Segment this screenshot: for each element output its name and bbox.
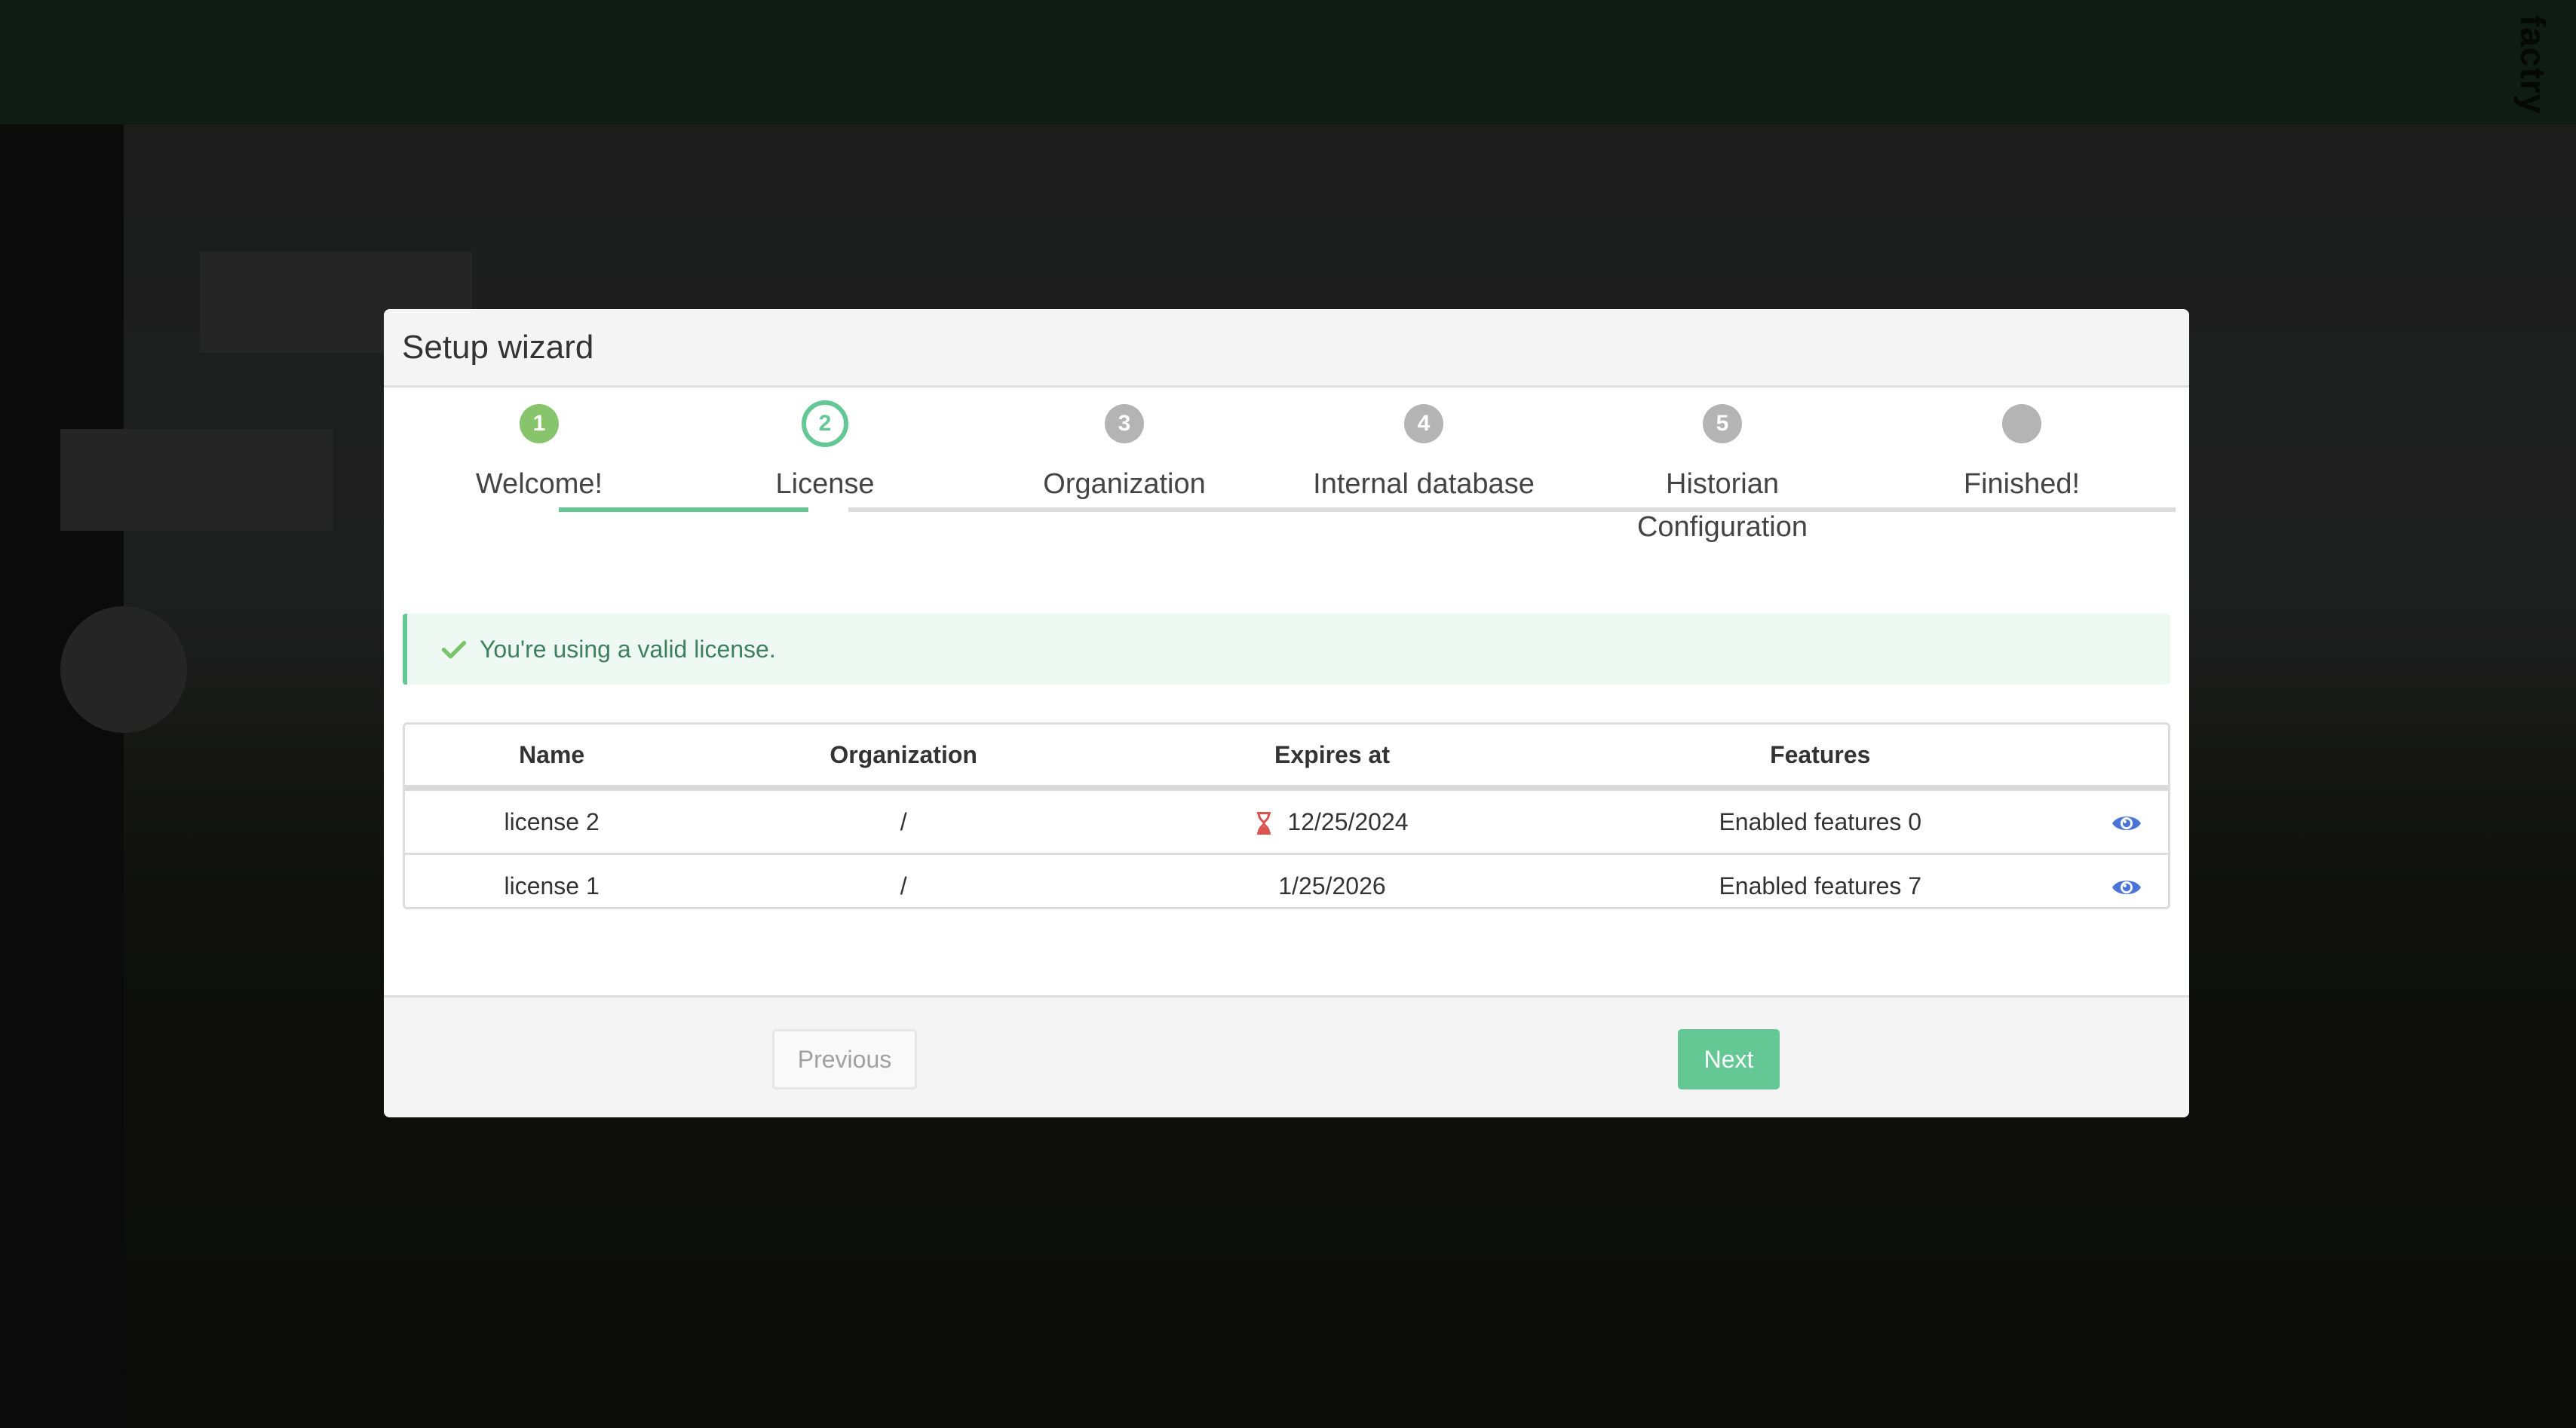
step-label: Welcome! xyxy=(475,468,603,500)
step-circle: 1 xyxy=(520,404,559,443)
cell-features: Enabled features 0 xyxy=(1719,807,1922,835)
modal-footer: Previous Next xyxy=(384,995,2189,1117)
column-header-name: Name xyxy=(405,725,699,791)
cell-organization: / xyxy=(900,807,907,835)
step-label: Organization xyxy=(1043,468,1206,500)
placeholder-block xyxy=(60,429,333,531)
step-circle xyxy=(2002,404,2041,443)
step-connector-pending xyxy=(848,507,2176,512)
brand-logo: factry xyxy=(2513,15,2553,115)
cell-expires-at: 1/25/2026 xyxy=(1109,853,1556,907)
cell-expires-at: 12/25/2024 xyxy=(1109,788,1556,854)
step-label: Internal database xyxy=(1313,468,1535,500)
setup-wizard-modal: Setup wizard 1 Welcome! 2 License 3 Orga… xyxy=(384,309,2189,1117)
step-circle: 3 xyxy=(1105,404,1144,443)
column-header-organization: Organization xyxy=(698,725,1109,791)
modal-header: Setup wizard xyxy=(384,309,2189,388)
eye-icon[interactable] xyxy=(2111,878,2142,897)
sidebar xyxy=(0,124,124,1428)
step-connector-complete xyxy=(559,507,808,512)
expires-date: 1/25/2026 xyxy=(1278,872,1386,899)
wizard-stepper: 1 Welcome! 2 License 3 Organization 4 In… xyxy=(384,388,2189,543)
column-header-expires-at: Expires at xyxy=(1109,725,1556,791)
modal-title: Setup wizard xyxy=(402,328,594,366)
cell-features: Enabled features 7 xyxy=(1555,853,2085,907)
placeholder-avatar xyxy=(60,606,187,733)
eye-icon[interactable] xyxy=(2111,814,2142,833)
step-circle: 5 xyxy=(1703,404,1742,443)
cell-actions xyxy=(2084,853,2168,907)
step-circle: 2 xyxy=(802,400,848,447)
previous-button[interactable]: Previous xyxy=(772,1029,917,1089)
table-row: license 1 / 1/25/2026 Enabled features 7 xyxy=(405,853,2168,907)
alert-text: You're using a valid license. xyxy=(480,635,776,663)
cell-actions xyxy=(2085,788,2168,854)
cell-name: license 2 xyxy=(504,807,600,835)
license-valid-alert: You're using a valid license. xyxy=(403,614,2170,685)
hourglass-icon xyxy=(1257,812,1271,835)
column-header-features: Features xyxy=(1555,725,2085,791)
expires-date: 12/25/2024 xyxy=(1287,807,1409,835)
step-circle: 4 xyxy=(1404,404,1443,443)
step-label: License xyxy=(775,468,875,500)
table-row: license 2 / 12/25/2024 Enabled features … xyxy=(405,788,2168,854)
next-button[interactable]: Next xyxy=(1678,1029,1780,1089)
column-header-actions xyxy=(2084,725,2168,791)
check-icon xyxy=(441,641,467,659)
license-table: Name Organization Expires at Features li… xyxy=(403,722,2170,909)
top-navbar: factry xyxy=(0,0,2576,124)
step-label: Finished! xyxy=(1963,468,2081,500)
cell-organization: / xyxy=(698,853,1109,907)
step-label: Historian Configuration xyxy=(1636,468,1808,543)
cell-name: license 1 xyxy=(405,853,699,907)
table-header-row: Name Organization Expires at Features xyxy=(405,725,2168,791)
